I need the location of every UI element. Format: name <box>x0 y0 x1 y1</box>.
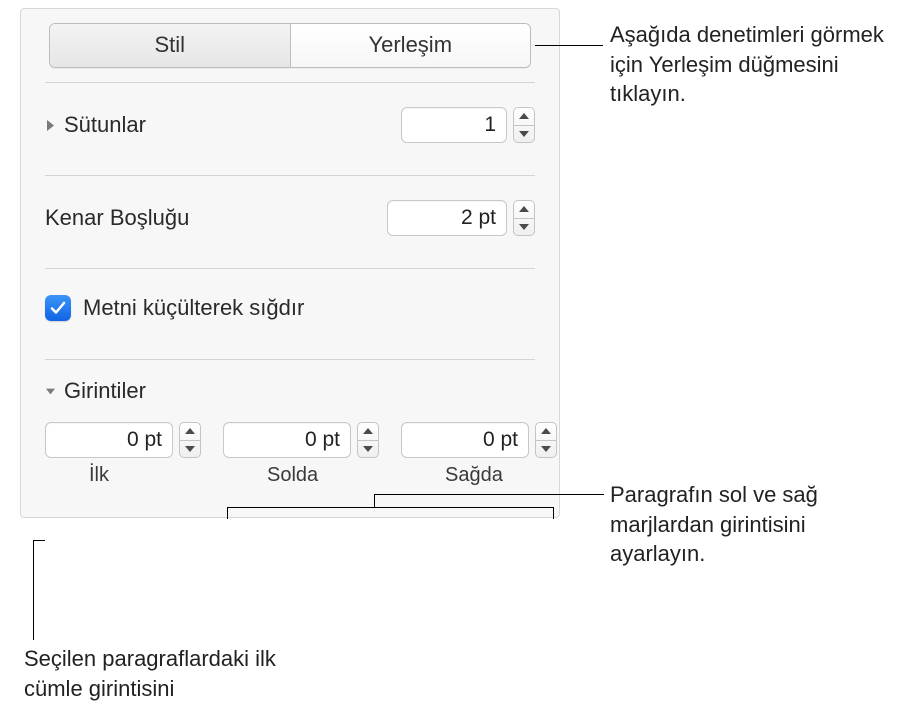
indent-left-stepper <box>223 422 379 458</box>
indent-left-arrows <box>357 422 379 458</box>
tab-stil-label: Stil <box>154 32 185 57</box>
margin-stepper <box>387 200 535 236</box>
stepper-up-icon[interactable] <box>536 423 556 441</box>
columns-input[interactable] <box>401 107 507 143</box>
indent-first-input[interactable] <box>45 422 173 458</box>
columns-row: Sütunlar <box>21 83 559 161</box>
indent-first-group: İlk <box>45 422 201 487</box>
bracket-line <box>227 507 553 508</box>
bracket-line <box>553 507 554 519</box>
margin-stepper-arrows <box>513 200 535 236</box>
columns-label: Sütunlar <box>64 112 146 138</box>
bracket-line <box>227 507 228 519</box>
indent-first-label: İlk <box>89 464 109 487</box>
callout-line <box>535 45 603 46</box>
layout-panel: Stil Yerleşim Sütunlar Kenar Boşluğu <box>20 8 560 518</box>
stepper-up-icon[interactable] <box>514 108 534 126</box>
stepper-down-icon[interactable] <box>180 441 200 458</box>
indent-first-arrows <box>179 422 201 458</box>
stepper-up-icon[interactable] <box>180 423 200 441</box>
columns-stepper <box>401 107 535 143</box>
chevron-down-icon[interactable] <box>45 386 56 397</box>
columns-stepper-arrows <box>513 107 535 143</box>
stepper-down-icon[interactable] <box>358 441 378 458</box>
check-icon <box>50 300 66 316</box>
stepper-up-icon[interactable] <box>514 201 534 219</box>
callout-middle: Paragrafın sol ve sağ marjlardan girinti… <box>610 480 890 569</box>
shrink-checkbox[interactable] <box>45 295 71 321</box>
stepper-down-icon[interactable] <box>514 126 534 143</box>
indent-right-arrows <box>535 422 557 458</box>
shrink-row: Metni küçülterek sığdır <box>21 269 559 345</box>
tab-stil[interactable]: Stil <box>50 24 291 67</box>
indent-left-input[interactable] <box>223 422 351 458</box>
indent-right-input[interactable] <box>401 422 529 458</box>
indent-first-stepper <box>45 422 201 458</box>
indent-right-group: Sağda <box>401 422 557 487</box>
callout-bottom: Seçilen paragraflardaki ilk cümle girint… <box>24 644 334 703</box>
callout-line <box>33 540 45 541</box>
stepper-down-icon[interactable] <box>514 219 534 236</box>
callout-top: Aşağıda denetimleri görmek için Yerleşim… <box>610 20 890 109</box>
indents-label: Girintiler <box>64 378 146 404</box>
indent-left-label: Solda <box>267 464 318 487</box>
tab-yerlesim[interactable]: Yerleşim <box>291 24 531 67</box>
indents-row: İlk Solda Sağda <box>21 416 559 487</box>
margin-input[interactable] <box>387 200 507 236</box>
tab-segment: Stil Yerleşim <box>49 23 531 68</box>
bracket-line <box>374 494 604 495</box>
margin-row: Kenar Boşluğu <box>21 176 559 254</box>
tab-yerlesim-label: Yerleşim <box>368 32 452 57</box>
indents-header: Girintiler <box>21 360 559 416</box>
shrink-label: Metni küçülterek sığdır <box>83 295 304 321</box>
indent-right-stepper <box>401 422 557 458</box>
indent-left-group: Solda <box>223 422 379 487</box>
bracket-line <box>374 494 375 507</box>
stepper-down-icon[interactable] <box>536 441 556 458</box>
chevron-right-icon[interactable] <box>45 120 56 131</box>
callout-line <box>33 540 34 640</box>
stepper-up-icon[interactable] <box>358 423 378 441</box>
margin-label: Kenar Boşluğu <box>45 205 189 231</box>
indent-right-label: Sağda <box>445 464 503 487</box>
